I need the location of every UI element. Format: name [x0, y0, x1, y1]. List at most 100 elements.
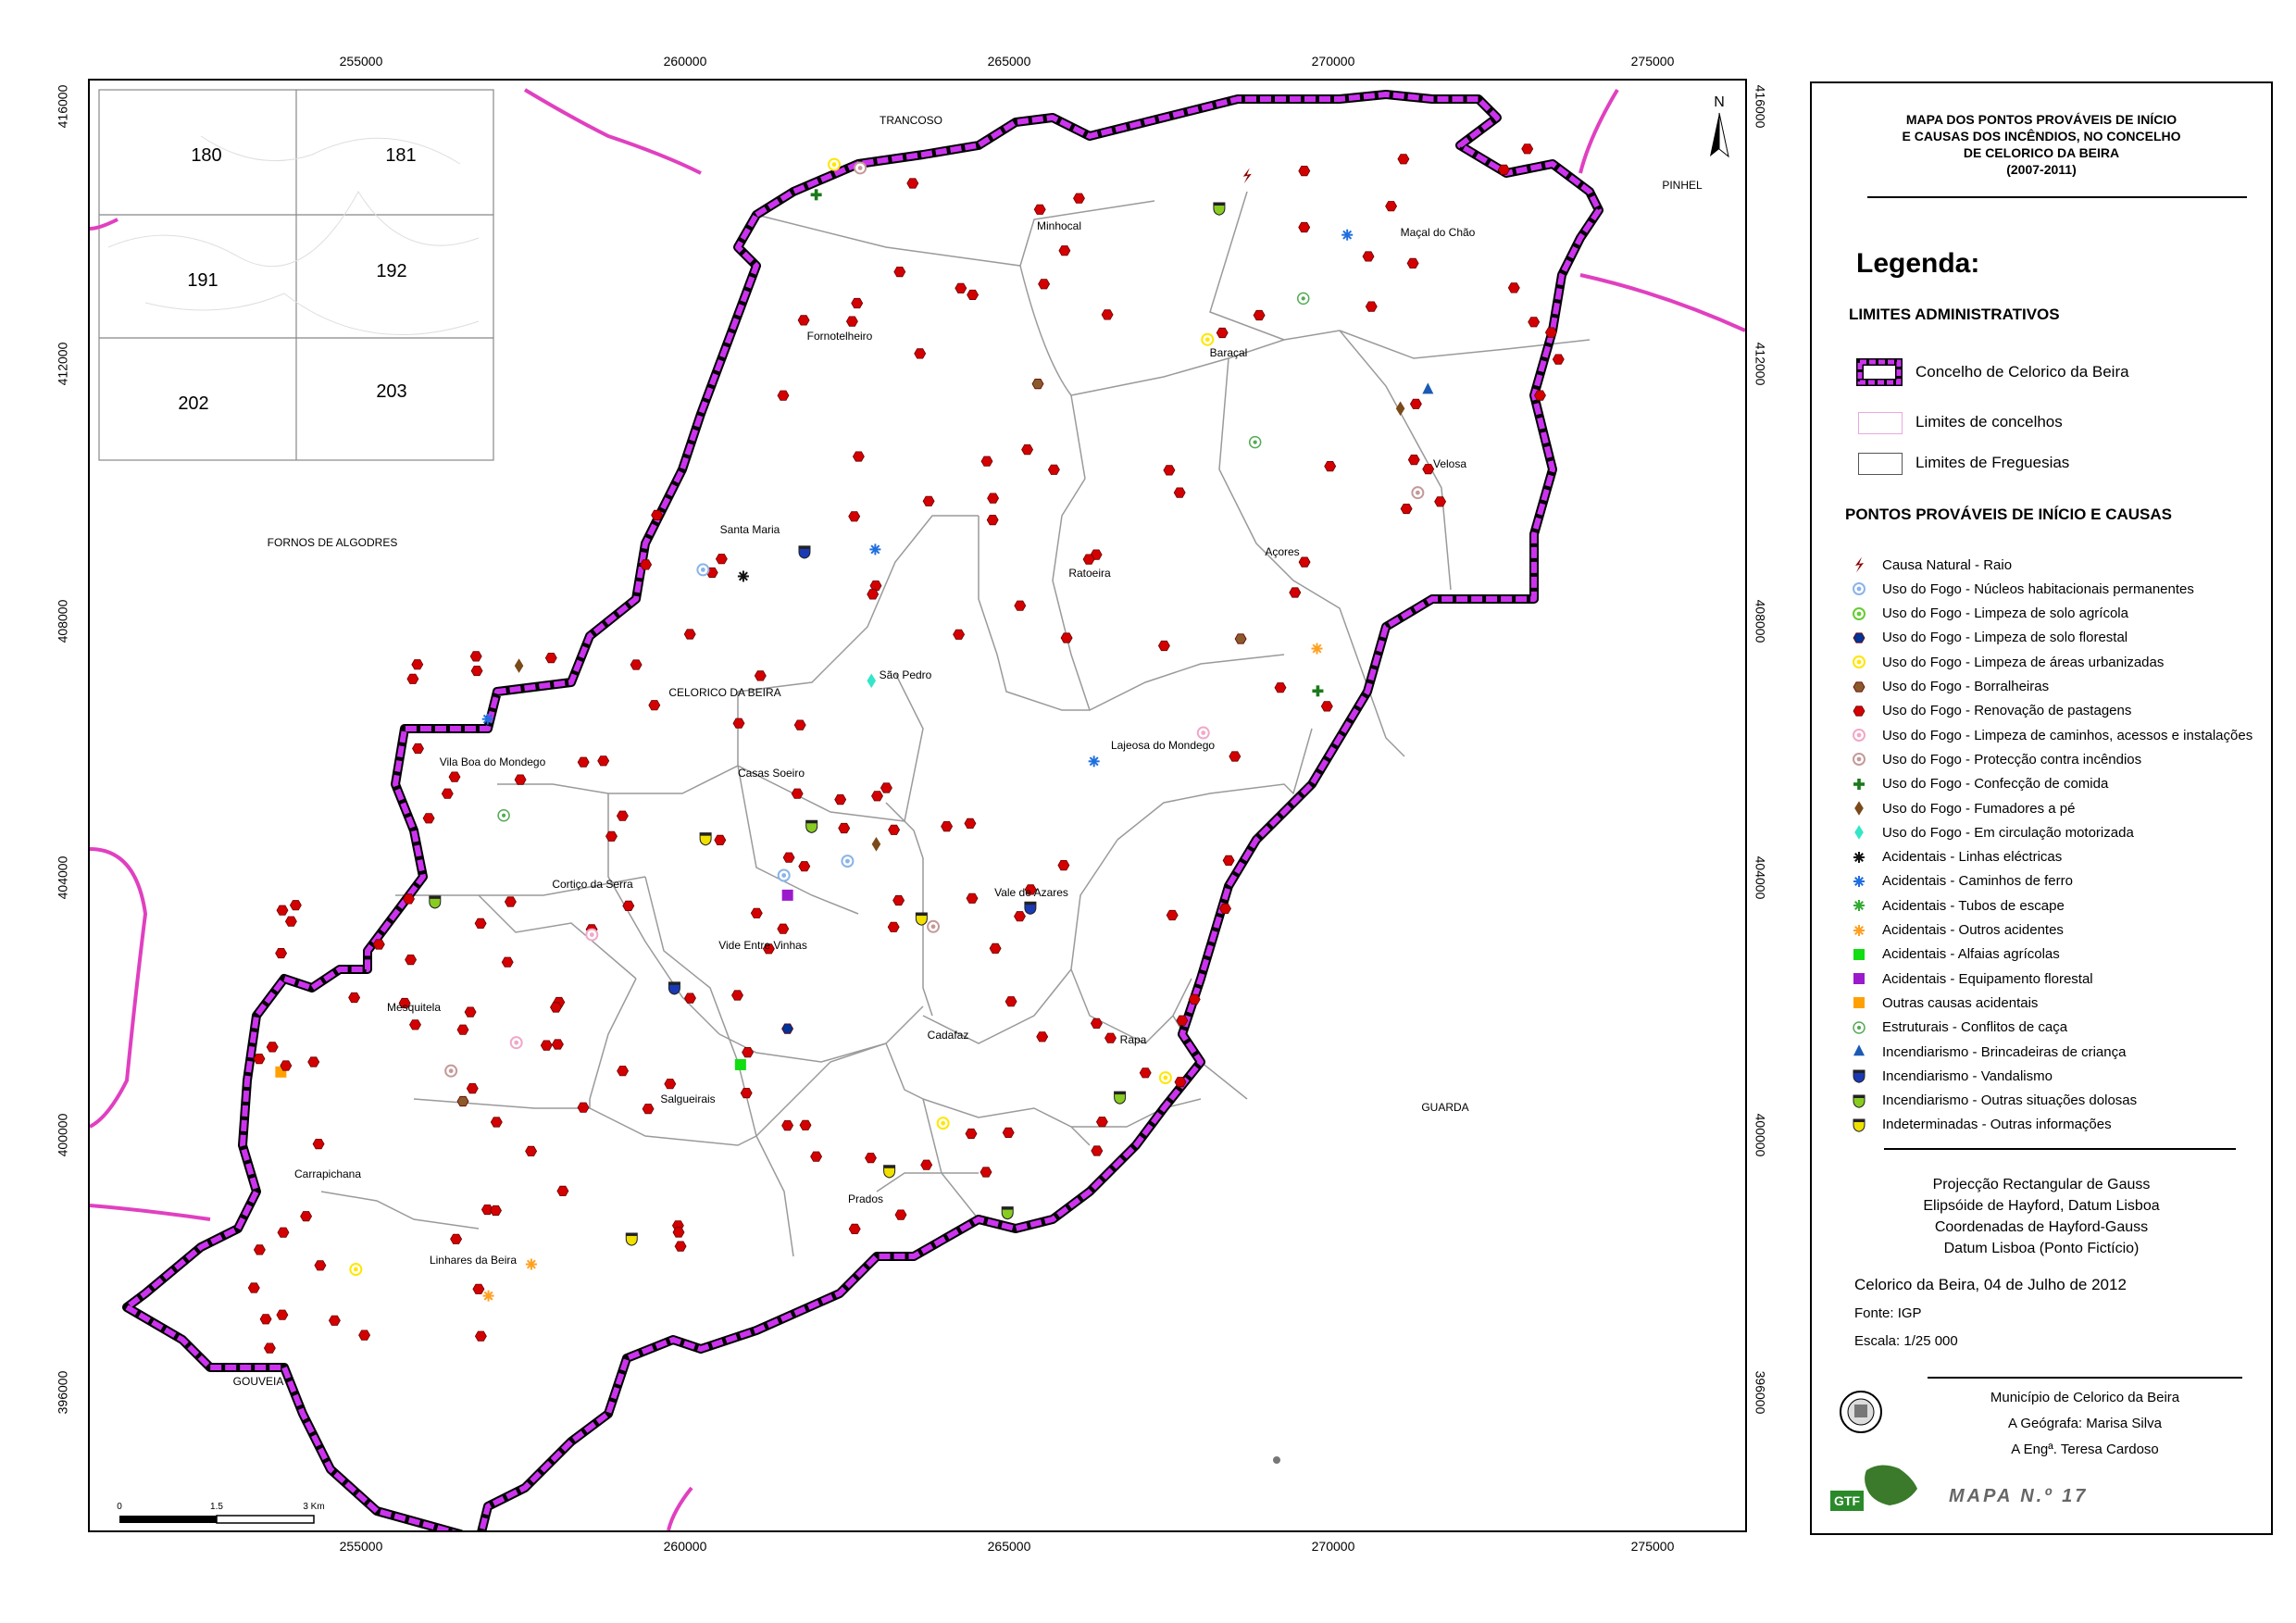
admin-legend-label: Concelho de Celorico da Beira [1915, 363, 2129, 381]
fire-point [1057, 860, 1070, 871]
fire-point [851, 297, 864, 309]
fire-point [470, 666, 483, 677]
legend-item-label: Uso do Fogo - Limpeza de solo florestal [1882, 630, 2128, 646]
legend-symbol-icon [1855, 556, 1864, 573]
legend-item: Acidentais - Caminhos de ferro [1849, 871, 2073, 892]
legend-item: Incendiarismo - Brincadeiras de criança [1849, 1042, 2126, 1062]
points-section-title: PONTOS PROVÁVEIS DE INÍCIO E CAUSAS [1845, 506, 2172, 523]
legend-symbol-icon [1853, 851, 1865, 863]
fire-point [501, 956, 514, 968]
fire-point [422, 813, 435, 824]
legend-symbol-icon [1853, 924, 1865, 936]
fire-point [696, 563, 710, 577]
fire-point [1216, 327, 1229, 339]
fire-point [989, 943, 1002, 954]
fire-point [1219, 903, 1231, 914]
fire-point [1033, 204, 1046, 215]
fire-point [834, 794, 847, 805]
index-sheet-label: 202 [178, 393, 208, 414]
parish-label: Carrapichana [293, 1167, 362, 1180]
stray-point [1273, 1456, 1280, 1464]
fire-point [412, 743, 424, 755]
fire-point [852, 451, 865, 462]
fire-point [845, 316, 858, 327]
legend-item-label: Acidentais - Outros acidentes [1882, 922, 2064, 938]
fire-point [1090, 1017, 1103, 1029]
legend-item: Uso do Fogo - Confecção de comida [1849, 774, 2108, 794]
fire-point [1552, 354, 1565, 365]
legend-symbol-icon [1853, 900, 1865, 912]
parish-label: Ratoeira [1068, 567, 1111, 580]
legend-symbol-icon [1853, 582, 1866, 596]
fire-point [805, 819, 818, 833]
county-border-swatch [1856, 358, 1903, 386]
legend-symbol-icon [1853, 655, 1866, 669]
index-inset: 180 181 191 192 202 203 [98, 89, 494, 461]
fire-point [967, 289, 980, 301]
legend-item-label: Acidentais - Linhas eléctricas [1882, 849, 2063, 866]
map-frame[interactable]: 180 181 191 192 202 203 N 0 1.5 3 Km Min… [88, 79, 1747, 1532]
fire-point [1253, 309, 1266, 321]
y-tick-left: 396000 [55, 1370, 70, 1415]
parish-label: Baraçal [1209, 346, 1248, 359]
fire-point [1298, 221, 1311, 233]
fire-point [777, 868, 791, 882]
fire-point [1406, 257, 1419, 269]
fire-point [777, 390, 790, 401]
legend-symbol-icon [1853, 1094, 1866, 1108]
fire-point [276, 905, 289, 916]
fire-point [450, 1233, 463, 1244]
fire-point [1296, 292, 1310, 306]
fire-point [448, 771, 461, 782]
fire-point [406, 673, 419, 684]
fire-point [1422, 382, 1434, 394]
fire-point [497, 809, 510, 822]
legend-item-label: Indeterminadas - Outras informações [1882, 1117, 2112, 1133]
fire-point [472, 1283, 485, 1294]
legend-item-label: Uso do Fogo - Borralheiras [1882, 679, 2050, 694]
fire-point [284, 916, 297, 927]
legend-symbol-icon [1853, 948, 1865, 960]
fire-point [1031, 378, 1044, 390]
fire-point [1298, 556, 1311, 568]
fire-point [1047, 464, 1060, 475]
fire-point [466, 1083, 479, 1094]
fire-point [403, 893, 415, 905]
fire-point [648, 700, 661, 711]
parish-label: Vide Entre Vinhas [718, 939, 807, 952]
fire-point [1114, 1091, 1127, 1105]
fire-point [441, 788, 454, 799]
fire-point [642, 1104, 655, 1115]
y-tick-right: 412000 [1753, 342, 1768, 386]
legend-item-label: Uso do Fogo - Limpeza de solo agrícola [1882, 606, 2128, 622]
fire-point [1196, 726, 1210, 740]
legend-item: Estruturais - Conflitos de caça [1849, 1017, 2067, 1038]
fire-point [1036, 1031, 1049, 1042]
fire-point [1248, 435, 1262, 449]
parish-label: Cortiço da Serra [552, 878, 633, 891]
fire-point [630, 659, 643, 670]
legend-item-label: Uso do Fogo - Renovação de pastagens [1882, 703, 2132, 719]
y-tick-right: 404000 [1753, 855, 1768, 900]
fire-point [936, 1117, 950, 1130]
fire-point [1229, 751, 1242, 762]
map-canvas[interactable]: 180 181 191 192 202 203 N 0 1.5 3 Km [90, 81, 1745, 1530]
legend-item-label: Incendiarismo - Vandalismo [1882, 1067, 2053, 1084]
x-tick-bottom: 255000 [339, 1539, 383, 1554]
fire-point [892, 894, 905, 906]
fire-point [841, 855, 855, 868]
fire-point [1497, 164, 1510, 175]
fire-point [1014, 911, 1026, 922]
fire-point [411, 659, 424, 670]
fire-point [888, 824, 901, 835]
fire-point [1004, 996, 1017, 1007]
fire-point [253, 1054, 266, 1065]
fire-point [651, 509, 664, 521]
legend-item: Uso do Fogo - Limpeza de caminhos, acess… [1849, 725, 2252, 745]
parish-label: Salgueirais [660, 1092, 716, 1105]
parish-label: Linhares da Beira [429, 1254, 518, 1267]
fire-point [1422, 464, 1435, 475]
fire-point [1173, 487, 1186, 498]
legend-symbol-icon [1853, 753, 1866, 767]
fire-point [1400, 503, 1413, 515]
